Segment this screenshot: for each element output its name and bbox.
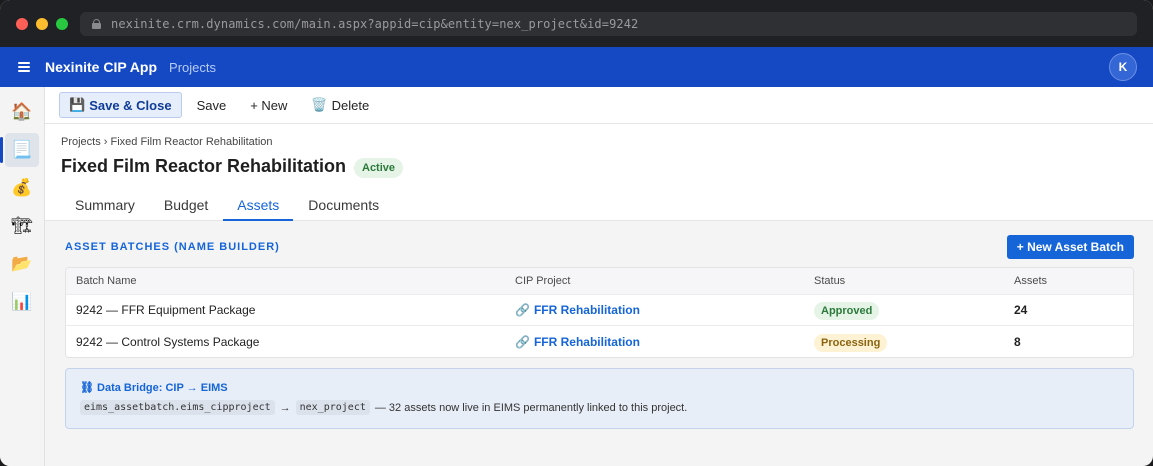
grid-header-row: Batch Name CIP Project Status Assets: [66, 268, 1133, 295]
browser-window: nexinite.crm.dynamics.com/main.aspx?appi…: [0, 0, 1153, 466]
column-header-status[interactable]: Status: [814, 275, 1014, 287]
bar-chart-icon: 📊: [11, 292, 33, 311]
table-row[interactable]: 9242 — Control Systems Package 🔗 FFR Reha…: [66, 326, 1133, 357]
cip-project-label: FFR Rehabilitation: [533, 303, 640, 317]
nav-item-home[interactable]: 🏠: [5, 95, 39, 129]
save-label: Save: [196, 97, 227, 113]
source-field-code: eims_assetbatch.eims_cipproject: [80, 400, 275, 415]
delete-label: Delete: [331, 97, 370, 113]
crane-icon: 🏗: [11, 216, 33, 235]
breadcrumb[interactable]: Projects › Fixed Film Reactor Rehabilita…: [61, 136, 273, 148]
floppy-disk-icon: 💾: [69, 97, 86, 112]
asset-batches-grid: Batch Name CIP Project Status Assets 924…: [65, 267, 1134, 358]
batch-name-cell: 9242 — Control Systems Package: [76, 334, 260, 349]
save-close-button[interactable]: 💾 Save & Close: [59, 92, 182, 118]
save-close-label: Save & Close: [89, 97, 172, 113]
assets-tab-content: ASSET BATCHES (NAME BUILDER) + New Asset…: [45, 221, 1153, 429]
column-header-batch-name[interactable]: Batch Name: [66, 275, 515, 287]
cip-project-label: FFR Rehabilitation: [533, 334, 640, 349]
home-icon: 🏠: [11, 102, 33, 121]
app-section-label[interactable]: Projects: [169, 60, 216, 75]
minimize-window-dot[interactable]: [36, 17, 48, 30]
avatar[interactable]: K: [1109, 53, 1137, 81]
status-badge: Approved: [814, 302, 880, 320]
close-window-dot[interactable]: [16, 17, 28, 30]
maximize-window-dot[interactable]: [56, 17, 68, 30]
section-title: ASSET BATCHES (NAME BUILDER): [65, 241, 280, 253]
tab-summary[interactable]: Summary: [61, 188, 149, 221]
trash-icon: 🗑️: [311, 97, 328, 112]
data-bridge-panel: ⛓ Data Bridge: CIP → EIMS eims_assetbatc…: [65, 368, 1134, 429]
cip-project-link[interactable]: 🔗 FFR Rehabilitation: [515, 335, 640, 349]
left-navigation: 🏠 📃 💰 🏗 📂 📊: [0, 87, 45, 466]
record-header: Projects › Fixed Film Reactor Rehabilita…: [45, 124, 1153, 221]
tab-budget[interactable]: Budget: [150, 188, 222, 221]
new-button[interactable]: + New: [241, 92, 296, 118]
address-bar[interactable]: nexinite.crm.dynamics.com/main.aspx?appi…: [80, 12, 1137, 36]
nav-item-projects[interactable]: 📃: [0, 133, 39, 167]
new-asset-batch-button[interactable]: + New Asset Batch: [1006, 235, 1134, 259]
command-bar: 💾 Save & Close Save + New 🗑️ Delete: [45, 87, 1153, 124]
nav-item-reports[interactable]: 📊: [5, 285, 39, 319]
status-badge: Processing: [814, 333, 888, 352]
nav-item-budget[interactable]: 💰: [5, 171, 39, 205]
page-title: Fixed Film Reactor Rehabilitation: [61, 156, 347, 176]
projects-icon: 📃: [11, 140, 33, 159]
tab-documents[interactable]: Documents: [294, 188, 393, 221]
asset-count-cell: 24: [1014, 303, 1028, 317]
tab-assets[interactable]: Assets: [223, 188, 294, 221]
batch-name-cell: 9242 — FFR Equipment Package: [76, 303, 256, 317]
main-content: 💾 Save & Close Save + New 🗑️ Delete Projec…: [45, 87, 1153, 466]
asset-count-cell: 8: [1014, 334, 1021, 349]
money-bag-icon: 💰: [11, 178, 33, 197]
save-button[interactable]: Save: [188, 92, 236, 118]
nav-item-documents[interactable]: 📂: [5, 247, 39, 281]
hamburger-menu-icon[interactable]: [18, 62, 30, 72]
data-bridge-message: eims_assetbatch.eims_cipproject → nex_pr…: [80, 400, 1119, 415]
data-bridge-title: ⛓ Data Bridge: CIP → EIMS: [80, 382, 228, 394]
app-title[interactable]: Nexinite CIP App: [45, 59, 157, 75]
right-arrow-icon: →: [279, 401, 291, 414]
target-field-code: nex_project: [295, 400, 370, 415]
url-text: nexinite.crm.dynamics.com/main.aspx?appi…: [111, 17, 639, 31]
browser-chrome: nexinite.crm.dynamics.com/main.aspx?appi…: [0, 0, 1153, 47]
link-icon: 🔗: [515, 303, 530, 317]
column-header-assets[interactable]: Assets: [1014, 275, 1133, 287]
table-row[interactable]: 9242 — FFR Equipment Package 🔗 FFR Rehabi…: [66, 295, 1133, 326]
link-icon: 🔗: [515, 334, 530, 349]
new-label: + New: [250, 97, 288, 113]
folder-icon: 📂: [11, 254, 33, 273]
status-badge: Active: [354, 158, 404, 178]
lock-icon: [92, 19, 101, 29]
bridge-message-text: — 32 assets now live in EIMS permanently…: [374, 401, 688, 414]
nav-item-construction[interactable]: 🏗: [5, 209, 39, 243]
record-tabs: Summary Budget Assets Documents: [61, 188, 394, 221]
column-header-cip-project[interactable]: CIP Project: [515, 275, 814, 287]
cip-project-link[interactable]: 🔗 FFR Rehabilitation: [515, 303, 640, 317]
delete-button[interactable]: 🗑️ Delete: [302, 92, 378, 118]
app-header: Nexinite CIP App Projects K: [0, 47, 1153, 87]
